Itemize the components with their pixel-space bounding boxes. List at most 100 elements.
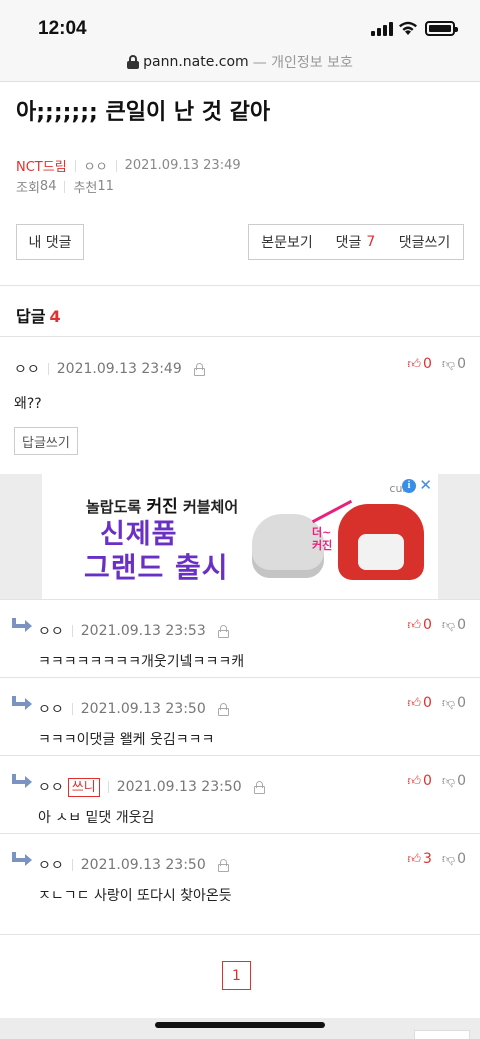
upvote-button[interactable]: 👍︎ 0	[407, 695, 432, 711]
downvote-button[interactable]: 👎︎ 0	[442, 617, 466, 633]
my-comments-button[interactable]: 내 댓글	[16, 224, 84, 260]
upvote-button[interactable]: 👍︎ 0	[407, 617, 432, 633]
signal-icon	[371, 22, 393, 36]
divider	[0, 677, 480, 678]
ad-more-label: 더~ 커진	[312, 526, 333, 552]
replies-label: 답글	[16, 307, 46, 326]
reply-arrow-icon	[12, 852, 32, 866]
reply-text: ㅈㄴㄱㄷ 사랑이 또다시 찾아온듯	[38, 888, 232, 904]
reply-meta: ㅇㅇ 2021.09.13 23:50	[38, 855, 229, 875]
write-comment-button[interactable]: 댓글쓰기	[386, 224, 464, 260]
thumbs-down-icon: 👎︎	[441, 695, 456, 711]
downvote-button[interactable]: 👎︎ 0	[442, 695, 466, 711]
upvote-count: 0	[422, 617, 432, 633]
reply-votes: 👍︎ 3 👎︎ 0	[407, 851, 466, 867]
write-comment-label: 댓글쓰기	[398, 235, 451, 251]
recommend-label: 추천	[73, 181, 98, 196]
downvote-button[interactable]: 👎︎ 0	[442, 356, 466, 372]
clock: 12:04	[38, 18, 87, 39]
view-body-label: 본문보기	[261, 235, 313, 251]
comment-datetime: 2021.09.13 23:49	[56, 361, 182, 377]
divider	[0, 755, 480, 756]
reply-nick: ㅇㅇ	[38, 780, 64, 796]
comments-button[interactable]: 댓글 7	[325, 224, 387, 260]
downvote-count: 0	[457, 356, 466, 372]
divider	[71, 625, 73, 637]
post-category[interactable]: NCT드림	[16, 156, 67, 175]
lock-icon	[217, 624, 229, 638]
reply-datetime: 2021.09.13 23:50	[80, 857, 206, 873]
divider	[64, 180, 66, 193]
comment-meta: ㅇㅇ 2021.09.13 23:49	[14, 359, 205, 379]
downvote-count: 0	[457, 773, 466, 789]
thumbs-down-icon: 👎︎	[441, 773, 456, 789]
page-number-label: 1	[232, 967, 241, 984]
privacy-label: — 개인정보 보호	[252, 55, 353, 71]
post-stats: 조회 84 추천 11	[16, 177, 114, 196]
upvote-count: 0	[422, 773, 432, 789]
divider	[0, 934, 480, 935]
home-indicator[interactable]	[155, 1022, 325, 1028]
ad-banner[interactable]: 놀랍도록 커진 커블체어 신제품 그랜드 출시 curl i ✕ 더~ 커진	[42, 474, 438, 599]
status-bar: 12:04	[0, 0, 480, 48]
recommend-count: 11	[97, 179, 114, 194]
reply-arrow-icon	[12, 696, 32, 710]
downvote-button[interactable]: 👎︎ 0	[442, 851, 466, 867]
divider	[71, 703, 73, 715]
thumbs-up-icon: 👍︎	[407, 695, 421, 711]
write-reply-button[interactable]: 답글쓰기	[14, 427, 78, 455]
post-datetime: 2021.09.13 23:49	[124, 158, 241, 173]
replies-count: 4	[49, 307, 61, 326]
replies-header: 답글 4	[16, 303, 61, 327]
lock-icon	[217, 858, 229, 872]
page-number-current[interactable]: 1	[222, 961, 251, 990]
comment-text: 왜??	[14, 396, 42, 412]
thumbs-down-icon: 👎︎	[441, 851, 456, 867]
reply-text: ㅋㅋㅋ이댓글 왤케 웃김ㅋㅋㅋ	[38, 732, 215, 748]
thumbs-down-icon: 👎︎	[441, 356, 456, 372]
thumbs-up-icon: 👍︎	[407, 356, 421, 372]
post-meta: NCT드림 ㅇㅇ 2021.09.13 23:49	[16, 156, 241, 175]
downvote-count: 0	[457, 695, 466, 711]
ad-line3: 그랜드 출시	[84, 551, 229, 584]
lock-icon	[193, 362, 205, 376]
my-comments-label: 내 댓글	[28, 235, 72, 251]
write-reply-label: 답글쓰기	[22, 435, 70, 451]
divider	[0, 599, 480, 600]
divider	[71, 859, 73, 871]
reply-nick: ㅇㅇ	[38, 858, 64, 874]
reply-votes: 👍︎ 0 👎︎ 0	[407, 773, 466, 789]
thumbs-up-icon: 👍︎	[407, 851, 421, 867]
battery-icon	[425, 21, 458, 36]
post-author: ㅇㅇ	[83, 160, 108, 175]
comments-label: 댓글	[335, 235, 362, 251]
ad-close-icon[interactable]: ✕	[419, 476, 432, 494]
comment-nick: ㅇㅇ	[14, 362, 40, 378]
divider	[0, 336, 480, 337]
ad-info-icon[interactable]: i	[402, 479, 416, 493]
post-title: 아;;;;;;; 큰일이 난 것 같아	[16, 100, 271, 125]
divider	[74, 159, 76, 172]
reply-text: 아 ㅅㅂ 밑댓 개웃김	[38, 810, 155, 826]
downvote-button[interactable]: 👎︎ 0	[442, 773, 466, 789]
upvote-count: 0	[422, 356, 432, 372]
reply-nick: ㅇㅇ	[38, 702, 64, 718]
divider	[0, 285, 480, 286]
lock-icon	[217, 702, 229, 716]
views-label: 조회	[16, 181, 40, 196]
view-body-button[interactable]: 본문보기	[248, 224, 326, 260]
thumbs-up-icon: 👍︎	[407, 773, 421, 789]
writer-badge: 쓰니	[67, 777, 100, 797]
reply-votes: 👍︎ 0 👎︎ 0	[407, 617, 466, 633]
address-bar[interactable]: pann.nate.com — 개인정보 보호	[0, 48, 480, 82]
upvote-button[interactable]: 👍︎ 3	[407, 851, 432, 867]
reply-meta: ㅇㅇ 2021.09.13 23:50	[38, 699, 229, 719]
downvote-count: 0	[457, 851, 466, 867]
divider	[47, 363, 49, 375]
divider	[115, 159, 117, 172]
upvote-button[interactable]: 👍︎ 0	[407, 356, 432, 372]
upvote-button[interactable]: 👍︎ 0	[407, 773, 432, 789]
views-count: 84	[39, 179, 57, 194]
chair-image	[338, 504, 424, 580]
scroll-top-button[interactable]	[414, 1030, 470, 1039]
